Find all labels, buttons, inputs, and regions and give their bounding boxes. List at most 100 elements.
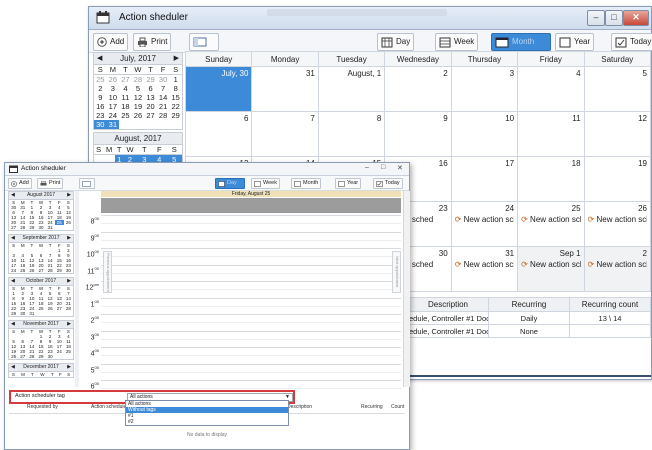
next-month-arrow-icon[interactable]: ▶ xyxy=(67,321,71,328)
calendar-day-cell[interactable]: 5 xyxy=(132,84,145,93)
calendar-day-cell[interactable]: 24 xyxy=(9,268,18,273)
calendar-day-cell[interactable]: 31 xyxy=(27,311,36,316)
calendar-day-cell[interactable] xyxy=(55,354,64,359)
half-hour-slot-line[interactable] xyxy=(101,289,401,291)
calendar-day-cell[interactable]: 26 xyxy=(107,75,120,85)
previous-appointment-tab[interactable]: Previous appointment xyxy=(103,251,112,293)
collapse-panel-button[interactable] xyxy=(79,178,95,189)
view-week-button[interactable]: Week xyxy=(435,33,479,51)
calendar-day-cell[interactable]: 27 xyxy=(18,354,27,359)
month-day-cell[interactable]: 3 xyxy=(450,66,519,112)
view-month-button[interactable]: Month xyxy=(291,178,322,189)
today-button[interactable]: Today xyxy=(373,178,403,189)
mini-calendar-grid[interactable]: SMTWTFS xyxy=(9,372,73,377)
appointment-item[interactable]: ⟳ New action sched xyxy=(521,215,580,224)
calendar-day-cell[interactable]: 24 xyxy=(107,111,120,120)
view-year-button[interactable]: Year xyxy=(555,33,595,51)
hour-slot-line[interactable] xyxy=(101,248,401,249)
calendar-day-cell[interactable]: 16 xyxy=(94,102,107,111)
month-day-cell[interactable]: 10 xyxy=(450,111,519,157)
month-day-cell[interactable]: July, 30 xyxy=(184,66,253,112)
appointment-item[interactable]: ⟳ New action sched xyxy=(455,215,514,224)
view-year-button[interactable]: Year xyxy=(335,178,362,189)
calendar-day-cell[interactable]: 26 xyxy=(132,111,145,120)
half-hour-slot-line[interactable] xyxy=(101,223,401,225)
calendar-day-cell[interactable]: 17 xyxy=(107,102,120,111)
hour-slot-line[interactable] xyxy=(101,347,401,348)
month-day-cell[interactable]: 26 ⟳ New action sched xyxy=(583,201,652,247)
calendar-day-cell[interactable]: 12 xyxy=(132,93,145,102)
appointment-item[interactable]: ⟳ New action sched xyxy=(521,260,580,269)
view-day-button[interactable]: Day xyxy=(377,33,415,51)
table-row[interactable]: edule, Controller #1 Door #2, Unlock doo… xyxy=(407,324,651,338)
calendar-day-cell[interactable]: 30 xyxy=(18,311,27,316)
calendar-day-cell[interactable]: 11 xyxy=(119,93,132,102)
calendar-day-cell[interactable]: 29 xyxy=(55,268,64,273)
front-mini-calendars[interactable]: ◀ August 2017 ▶ S M T W T F S 30 31 1 2 3 4 5 6 7 8 9 10 11 12 1… xyxy=(8,191,74,387)
calendar-day-cell[interactable] xyxy=(169,120,182,129)
next-month-arrow-icon[interactable]: ▶ xyxy=(67,364,71,371)
table-row[interactable]: edule, Controller #1 Door #1, Unlock doo… xyxy=(407,311,651,325)
prev-month-arrow-icon[interactable]: ◀ xyxy=(97,53,102,64)
month-day-cell[interactable]: 17 xyxy=(450,156,519,202)
column-header[interactable]: Recurring xyxy=(488,297,570,312)
maximize-button[interactable]: □ xyxy=(381,164,385,171)
calendar-day-cell[interactable]: 30 xyxy=(64,268,73,273)
half-hour-slot-line[interactable] xyxy=(101,371,401,373)
month-day-cell[interactable]: 11 xyxy=(517,111,585,157)
calendar-day-cell[interactable]: 23 xyxy=(94,111,107,120)
mini-calendar-grid[interactable]: S M T W T F S 30 31 1 2 3 4 5 6 7 8 9 10 11 12 13 14 15 16 17 18 19… xyxy=(9,200,73,230)
calendar-day-cell[interactable]: 28 xyxy=(132,75,145,85)
calendar-day-cell[interactable]: 30 xyxy=(94,120,107,129)
calendar-day-cell[interactable]: 4 xyxy=(119,84,132,93)
hour-slot-line[interactable] xyxy=(101,264,401,266)
month-day-cell[interactable]: 9 xyxy=(384,111,452,157)
add-button[interactable]: Add xyxy=(93,33,129,51)
month-day-cell[interactable]: 7 xyxy=(251,111,319,157)
mini-calendar[interactable]: ◀ October 2017 ▶ S M T W T F S 1 2 3 4 5 6 7 8 9 10 11 12 13 14… xyxy=(8,277,74,317)
half-hour-slot-line[interactable] xyxy=(101,355,401,357)
calendar-day-cell[interactable] xyxy=(64,311,73,316)
mini-calendar[interactable]: ◀ August 2017 ▶ S M T W T F S 30 31 1 2 3 4 5 6 7 8 9 10 11 12 1… xyxy=(8,191,74,231)
calendar-day-cell[interactable]: 30 xyxy=(46,354,55,359)
tag-filter-dropdown[interactable]: All actions Without tags #1 #2 xyxy=(125,400,289,426)
appointment-item[interactable]: ⟳ New action sched xyxy=(455,260,514,269)
half-hour-slot-line[interactable] xyxy=(101,322,401,324)
calendar-day-cell[interactable]: 29 xyxy=(169,111,182,120)
month-day-cell[interactable]: 2 xyxy=(384,66,452,112)
view-day-button[interactable]: Day xyxy=(215,178,245,189)
calendar-day-cell[interactable]: 26 xyxy=(27,268,36,273)
calendar-day-cell[interactable]: 28 xyxy=(46,268,55,273)
next-appointment-tab[interactable]: Next appointment xyxy=(392,251,401,293)
day-view-scrollbar[interactable] xyxy=(403,191,410,387)
calendar-day-cell[interactable]: 31 xyxy=(46,225,55,230)
calendar-day-cell[interactable] xyxy=(132,120,145,129)
mini-calendar-grid[interactable]: S M T W T F S 1 2 3 4 5 6 7 8 9 10 11 12 13 14 15 16 17 18 19 20 21… xyxy=(9,286,73,316)
calendar-day-cell[interactable]: 2 xyxy=(94,84,107,93)
prev-month-arrow-icon[interactable]: ◀ xyxy=(11,278,15,285)
dropdown-option[interactable]: #2 xyxy=(126,419,288,425)
col-action-scheduler[interactable]: Action scheduler xyxy=(91,404,128,410)
calendar-day-cell[interactable]: 29 xyxy=(27,225,36,230)
front-title-bar[interactable]: Action sheduler – □ ✕ xyxy=(5,163,409,176)
calendar-day-cell[interactable]: 18 xyxy=(119,102,132,111)
hour-slot-line[interactable] xyxy=(101,380,401,381)
appointment-item[interactable]: ⟳ New action sched xyxy=(588,215,647,224)
add-button[interactable]: Add xyxy=(8,178,32,189)
view-month-button[interactable]: Month xyxy=(491,33,551,51)
calendar-day-cell[interactable]: 27 xyxy=(119,75,132,85)
hour-slot-line[interactable] xyxy=(101,297,401,299)
col-requested-by[interactable]: Requested by xyxy=(27,404,58,410)
calendar-day-cell[interactable]: 25 xyxy=(119,111,132,120)
minimize-button[interactable]: – xyxy=(365,164,369,171)
column-header[interactable]: Description xyxy=(407,297,489,312)
hour-slot-line[interactable] xyxy=(101,363,401,365)
mini-calendar-july[interactable]: ◀ July, 2017 ▶ S M T W T F S 25 26 27 28 29 30 1 2 3 4 5 6… xyxy=(93,52,183,130)
calendar-day-cell[interactable]: 6 xyxy=(144,84,157,93)
col-count[interactable]: Count xyxy=(391,404,404,410)
calendar-day-cell[interactable]: 9 xyxy=(94,93,107,102)
calendar-day-cell[interactable] xyxy=(64,354,73,359)
half-hour-slot-line[interactable] xyxy=(101,338,401,340)
maximize-button[interactable]: □ xyxy=(605,10,623,26)
mini-calendar-grid[interactable]: S M T W T F S 25 26 27 28 29 30 1 2 3 4 5 6 7 8 9 10 11 12 13 14 15… xyxy=(94,65,182,129)
